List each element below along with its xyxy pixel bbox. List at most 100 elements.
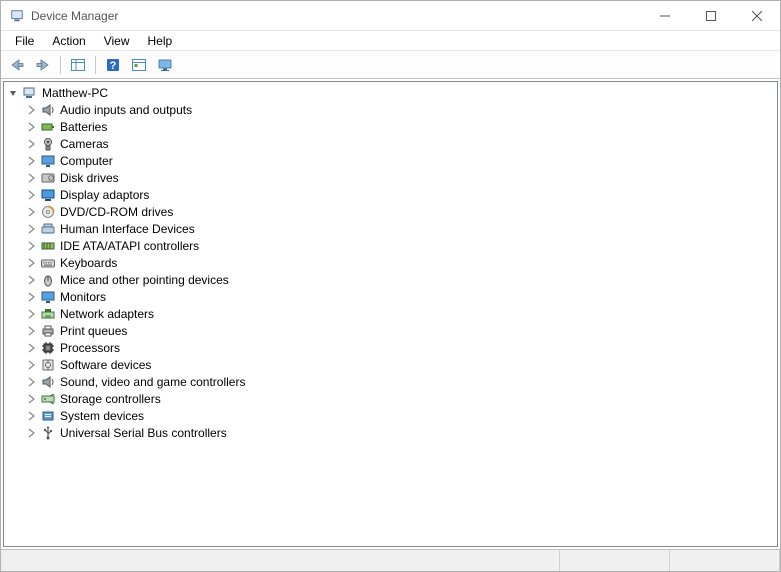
tree-category-label: Computer xyxy=(60,154,113,168)
svg-text:?: ? xyxy=(110,60,117,72)
menu-action[interactable]: Action xyxy=(44,32,93,50)
forward-button[interactable] xyxy=(31,54,55,76)
tree-category-label: Batteries xyxy=(60,120,107,134)
cd-icon xyxy=(40,204,56,220)
app-icon xyxy=(9,8,25,24)
hid-icon xyxy=(40,221,56,237)
tree-category-node[interactable]: Monitors xyxy=(4,288,777,305)
chevron-right-icon[interactable] xyxy=(24,273,38,287)
tree-category-node[interactable]: Universal Serial Bus controllers xyxy=(4,424,777,441)
keyboard-icon xyxy=(40,255,56,271)
tree-category-node[interactable]: Mice and other pointing devices xyxy=(4,271,777,288)
display-icon xyxy=(40,187,56,203)
tree-category-node[interactable]: Software devices xyxy=(4,356,777,373)
tree-category-label: Processors xyxy=(60,341,120,355)
toolbar: ? xyxy=(1,51,780,79)
chevron-right-icon[interactable] xyxy=(24,256,38,270)
chevron-right-icon[interactable] xyxy=(24,307,38,321)
chevron-right-icon[interactable] xyxy=(24,222,38,236)
chevron-right-icon[interactable] xyxy=(24,239,38,253)
chevron-right-icon[interactable] xyxy=(24,341,38,355)
tree-category-label: Mice and other pointing devices xyxy=(60,273,229,287)
maximize-button[interactable] xyxy=(688,1,734,30)
system-icon xyxy=(40,408,56,424)
scan-hardware-button[interactable] xyxy=(127,54,151,76)
menu-view[interactable]: View xyxy=(96,32,138,50)
tree-category-label: Print queues xyxy=(60,324,127,338)
back-button[interactable] xyxy=(5,54,29,76)
tree-category-label: Disk drives xyxy=(60,171,119,185)
chevron-right-icon[interactable] xyxy=(24,205,38,219)
tree-category-label: Display adaptors xyxy=(60,188,149,202)
tree-category-node[interactable]: IDE ATA/ATAPI controllers xyxy=(4,237,777,254)
chevron-right-icon[interactable] xyxy=(24,120,38,134)
tree-category-label: Software devices xyxy=(60,358,151,372)
chevron-right-icon[interactable] xyxy=(24,426,38,440)
tree-root-label: Matthew-PC xyxy=(42,86,108,100)
help-button[interactable]: ? xyxy=(101,54,125,76)
tree-category-label: Sound, video and game controllers xyxy=(60,375,245,389)
minimize-button[interactable] xyxy=(642,1,688,30)
title-bar: Device Manager xyxy=(1,1,780,31)
chevron-right-icon[interactable] xyxy=(24,103,38,117)
network-icon xyxy=(40,306,56,322)
tree-category-label: DVD/CD-ROM drives xyxy=(60,205,173,219)
tree-category-node[interactable]: Disk drives xyxy=(4,169,777,186)
chevron-right-icon[interactable] xyxy=(24,375,38,389)
status-pane-main xyxy=(1,550,560,571)
tree-category-node[interactable]: Processors xyxy=(4,339,777,356)
menu-file[interactable]: File xyxy=(7,32,42,50)
tree-category-label: Audio inputs and outputs xyxy=(60,103,192,117)
monitor-icon xyxy=(40,289,56,305)
toolbar-separator xyxy=(95,56,96,74)
status-pane-2 xyxy=(670,550,780,571)
tree-category-node[interactable]: Storage controllers xyxy=(4,390,777,407)
menu-help[interactable]: Help xyxy=(140,32,181,50)
tree-category-node[interactable]: Batteries xyxy=(4,118,777,135)
chevron-right-icon[interactable] xyxy=(24,409,38,423)
tree-category-node[interactable]: System devices xyxy=(4,407,777,424)
chevron-right-icon[interactable] xyxy=(24,137,38,151)
mouse-icon xyxy=(40,272,56,288)
chevron-down-icon[interactable] xyxy=(6,86,20,100)
window-controls xyxy=(642,1,780,30)
window-title: Device Manager xyxy=(31,9,642,23)
chevron-right-icon[interactable] xyxy=(24,392,38,406)
tree-category-node[interactable]: Human Interface Devices xyxy=(4,220,777,237)
tree-root-node[interactable]: Matthew-PC xyxy=(4,84,777,101)
tree-category-node[interactable]: Computer xyxy=(4,152,777,169)
tree-category-node[interactable]: Display adaptors xyxy=(4,186,777,203)
tree-category-label: Storage controllers xyxy=(60,392,161,406)
tree-category-node[interactable]: DVD/CD-ROM drives xyxy=(4,203,777,220)
toolbar-separator xyxy=(60,56,61,74)
close-button[interactable] xyxy=(734,1,780,30)
monitor-button[interactable] xyxy=(153,54,177,76)
chevron-right-icon[interactable] xyxy=(24,154,38,168)
tree-category-label: Keyboards xyxy=(60,256,117,270)
chevron-right-icon[interactable] xyxy=(24,324,38,338)
tree-category-label: Human Interface Devices xyxy=(60,222,195,236)
tree-category-label: Network adapters xyxy=(60,307,154,321)
tree-category-node[interactable]: Print queues xyxy=(4,322,777,339)
device-tree-pane[interactable]: Matthew-PC Audio inputs and outputs Batter… xyxy=(3,81,778,547)
storage-icon xyxy=(40,391,56,407)
menu-bar: File Action View Help xyxy=(1,31,780,51)
cpu-icon xyxy=(40,340,56,356)
tree-category-node[interactable]: Sound, video and game controllers xyxy=(4,373,777,390)
tree-category-label: Cameras xyxy=(60,137,109,151)
speaker-icon xyxy=(40,102,56,118)
tree-category-label: Monitors xyxy=(60,290,106,304)
monitor-icon xyxy=(40,153,56,169)
chevron-right-icon[interactable] xyxy=(24,358,38,372)
chevron-right-icon[interactable] xyxy=(24,171,38,185)
tree-category-node[interactable]: Network adapters xyxy=(4,305,777,322)
show-hide-tree-button[interactable] xyxy=(66,54,90,76)
computer-icon xyxy=(22,85,38,101)
tree-category-node[interactable]: Audio inputs and outputs xyxy=(4,101,777,118)
chevron-right-icon[interactable] xyxy=(24,290,38,304)
tree-category-label: System devices xyxy=(60,409,144,423)
chevron-right-icon[interactable] xyxy=(24,188,38,202)
status-bar xyxy=(1,549,780,571)
tree-category-node[interactable]: Keyboards xyxy=(4,254,777,271)
tree-category-node[interactable]: Cameras xyxy=(4,135,777,152)
